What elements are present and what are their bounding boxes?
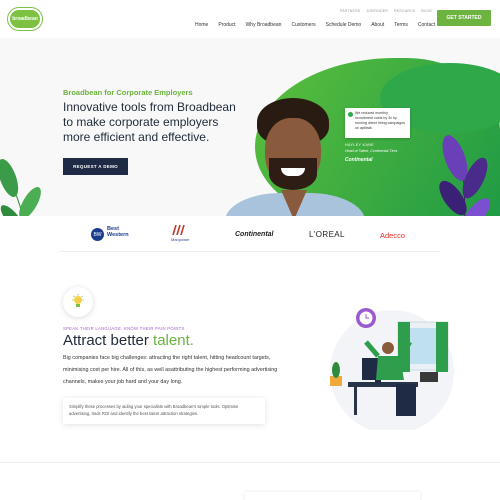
section-title: Attract better talent. <box>63 332 194 349</box>
get-started-button[interactable]: GET STARTED <box>437 10 491 26</box>
best-western-logo-mark: BW <box>91 228 104 241</box>
testimonial-brand: Continental <box>345 157 373 163</box>
nav-schedule-demo[interactable]: Schedule Demo <box>326 22 362 28</box>
clock-icon <box>356 308 376 328</box>
section-body: Big companies face big challenges: attra… <box>63 355 278 385</box>
hero-kicker: Broadbean for Corporate Employers <box>63 88 193 97</box>
hero-title: Innovative tools from Broadbean to make … <box>63 100 236 144</box>
logo-text: broadbean <box>12 16 38 22</box>
plant-right-illustration <box>439 135 491 216</box>
manpower-logo: Manpower <box>171 237 190 242</box>
section-title-accent: talent. <box>153 332 194 349</box>
nav-product[interactable]: Product <box>218 22 235 28</box>
section-kicker: SPEAK THEIR LANGUAGE. KNOW THEIR PAIN PO… <box>63 326 185 331</box>
request-demo-button[interactable]: REQUEST A DEMO <box>63 158 128 175</box>
section-divider <box>0 462 500 463</box>
nav-about[interactable]: About <box>371 22 384 28</box>
callout-card: Simplify these processes by aiding your … <box>63 398 265 424</box>
next-section-card <box>245 492 420 500</box>
main-nav: Home Product Why Broadbean Customers Sch… <box>195 22 435 28</box>
nav-why-broadbean[interactable]: Why Broadbean <box>246 22 282 28</box>
section-title-main: Attract better <box>63 332 154 349</box>
lightbulb-icon-badge <box>63 287 93 317</box>
nav-terms[interactable]: Terms <box>394 22 408 28</box>
testimonial-card: We reduced monthly recruitment costs by … <box>345 108 410 138</box>
loreal-logo: L'OREAL <box>309 230 345 239</box>
util-nav-jobfinder[interactable]: JOBFINDER <box>366 9 388 13</box>
manpower-logo-mark <box>172 225 185 235</box>
lightbulb-icon <box>72 294 84 307</box>
util-nav-blog[interactable]: BLOG <box>421 9 432 13</box>
best-western-logo: Best Western <box>107 226 129 238</box>
testimonial-name: HAYLEY KANE <box>345 143 375 147</box>
nav-home[interactable]: Home <box>195 22 208 28</box>
utility-nav: PARTNERS JOBFINDER RESOURCE BLOG <box>340 9 432 13</box>
nav-customers[interactable]: Customers <box>291 22 315 28</box>
testimonial-quote: We reduced monthly recruitment costs by … <box>355 111 405 130</box>
nav-contact[interactable]: Contact <box>418 22 435 28</box>
broadbean-logo[interactable]: broadbean <box>8 8 42 30</box>
plant-left-illustration <box>0 159 41 216</box>
office-worker-illustration <box>330 308 454 430</box>
adecco-logo: Adecco <box>380 231 406 240</box>
continental-logo: Continental <box>235 231 274 238</box>
testimonial-author: HAYLEY KANE Head of Talent, Continental … <box>345 143 397 163</box>
hero-section: Broadbean for Corporate Employers Innova… <box>0 38 500 216</box>
testimonial-role: Head of Talent, Continental Tires <box>345 149 398 153</box>
client-logos-strip: BW Best Western Manpower Continental L'O… <box>60 222 440 252</box>
util-nav-resource[interactable]: RESOURCE <box>394 9 415 13</box>
site-header: broadbean PARTNERS JOBFINDER RESOURCE BL… <box>0 0 500 38</box>
callout-text: Simplify these processes by aiding your … <box>69 404 239 416</box>
check-icon <box>348 112 353 117</box>
util-nav-partners[interactable]: PARTNERS <box>340 9 360 13</box>
